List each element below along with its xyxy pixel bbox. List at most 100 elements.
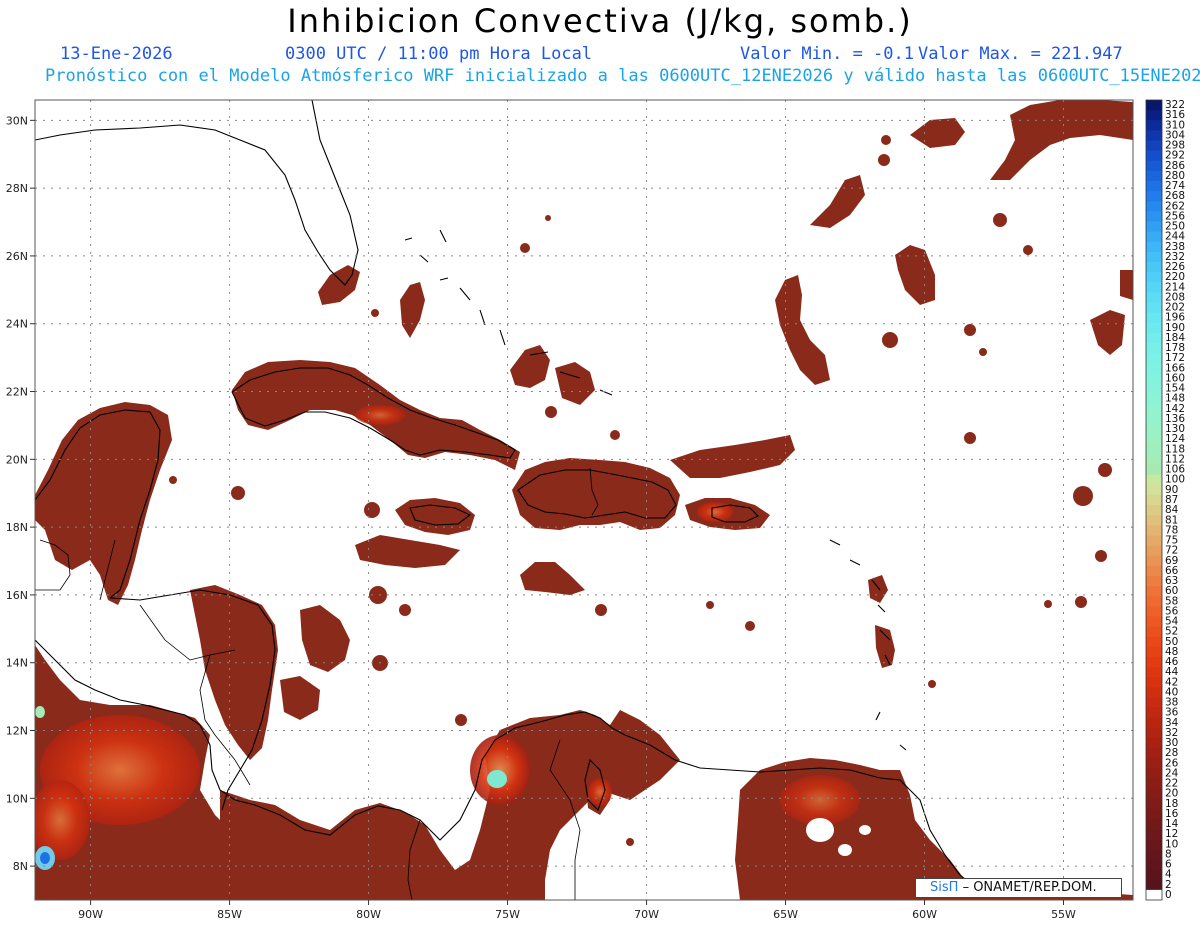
colorbar-swatch: [1146, 322, 1162, 334]
colorbar-swatch: [1146, 515, 1162, 526]
colorbar-swatch: [1146, 282, 1162, 293]
colorbar-swatch: [1146, 494, 1162, 506]
colorbar-swatch: [1146, 545, 1162, 557]
lat-tick-label: 14N: [6, 657, 28, 670]
cin-speck: [878, 154, 890, 166]
cin-speck: [595, 604, 607, 616]
cin-speck: [1044, 600, 1052, 608]
colorbar-swatch: [1146, 839, 1162, 850]
colorbar-swatch: [1146, 808, 1162, 820]
colorbar-swatch: [1146, 717, 1162, 729]
colorbar: 3223163103042982922862802742682622562502…: [1145, 99, 1185, 901]
cin-speck: [993, 213, 1007, 227]
cin-hole: [838, 844, 852, 856]
colorbar-swatch: [1146, 181, 1162, 192]
colorbar-swatch: [1146, 140, 1162, 152]
cin-speck: [231, 486, 245, 500]
colorbar-swatch: [1146, 120, 1162, 131]
colorbar-swatch: [1146, 565, 1162, 577]
cin-speck: [610, 430, 620, 440]
cin-speck: [964, 432, 976, 444]
cin-speck: [371, 309, 379, 317]
cin-speck: [520, 243, 530, 253]
colorbar-swatch: [1146, 231, 1162, 243]
value-max: Valor Max. = 221.947: [918, 44, 1123, 64]
colorbar-label: 0: [1165, 889, 1172, 901]
colorbar-swatch: [1146, 707, 1162, 719]
lon-tick-label: 90W: [78, 908, 103, 921]
colorbar-swatch: [1146, 383, 1162, 395]
sispi-logo-text: SisΠ: [930, 880, 959, 895]
cin-hot-spot: [35, 780, 90, 860]
colorbar-swatch: [1146, 677, 1162, 688]
colorbar-swatch: [1146, 798, 1162, 810]
colorbar-swatch: [1146, 778, 1162, 790]
colorbar-swatch: [1146, 667, 1162, 678]
credit-org: – ONAMET/REP.DOM.: [962, 880, 1097, 895]
colorbar-swatch: [1146, 444, 1162, 455]
colorbar-swatch: [1146, 332, 1162, 344]
colorbar-swatch: [1146, 606, 1162, 617]
colorbar-swatch: [1146, 727, 1162, 739]
lat-tick-label: 26N: [6, 250, 28, 263]
cin-hot-spot: [470, 735, 530, 805]
cin-hole: [806, 818, 834, 842]
cin-peak-spot: [487, 770, 507, 788]
colorbar-swatch: [1146, 454, 1162, 465]
colorbar-swatch: [1146, 241, 1162, 253]
colorbar-swatch: [1146, 292, 1162, 303]
cin-speck: [928, 680, 936, 688]
colorbar-swatch: [1146, 110, 1162, 121]
colorbar-swatch: [1146, 211, 1162, 222]
colorbar-swatch: [1146, 879, 1162, 891]
lat-tick-label: 8N: [13, 860, 28, 873]
colorbar-swatch: [1146, 343, 1162, 354]
cin-speck: [964, 324, 976, 336]
cin-peak-spot: [35, 706, 45, 718]
lat-tick-label: 22N: [6, 386, 28, 399]
cin-speck: [399, 604, 411, 616]
lon-tick-label: 80W: [356, 908, 381, 921]
cin-hot-spot: [780, 775, 860, 825]
colorbar-swatch: [1146, 829, 1162, 840]
colorbar-swatch: [1146, 586, 1162, 597]
colorbar-swatch: [1146, 849, 1162, 860]
cin-speck: [1075, 596, 1087, 608]
colorbar-swatch: [1146, 312, 1162, 324]
forecast-map: 90W 85W 80W 75W 70W 65W 60W 55W 8N 10N 12N 14N 16N 18…: [6, 99, 1186, 921]
colorbar-swatch: [1146, 150, 1162, 162]
cin-patch-ne-7: [1120, 270, 1133, 300]
colorbar-swatch: [1146, 697, 1162, 708]
colorbar-swatch: [1146, 768, 1162, 779]
lat-tick-label: 12N: [6, 725, 28, 738]
lat-tick-label: 30N: [6, 114, 28, 127]
colorbar-swatch: [1146, 596, 1162, 607]
lon-tick-label: 65W: [773, 908, 798, 921]
colorbar-swatch: [1146, 413, 1162, 425]
colorbar-swatch: [1146, 130, 1162, 141]
colorbar-swatch: [1146, 656, 1162, 668]
colorbar-swatch: [1146, 160, 1162, 172]
cin-speck: [1098, 463, 1112, 477]
cin-speck: [545, 215, 551, 221]
colorbar-swatch: [1146, 464, 1162, 476]
colorbar-swatch: [1146, 616, 1162, 627]
colorbar-swatch: [1146, 353, 1162, 364]
colorbar-swatch: [1146, 859, 1162, 871]
colorbar-swatch: [1146, 363, 1162, 374]
cin-speck: [881, 135, 891, 145]
valid-time: 0300 UTC / 11:00 pm Hora Local: [285, 44, 593, 64]
colorbar-swatch: [1146, 262, 1162, 273]
lat-tick-label: 16N: [6, 589, 28, 602]
colorbar-swatch: [1146, 818, 1162, 830]
colorbar-swatch: [1146, 424, 1162, 435]
cin-speck: [745, 621, 755, 631]
colorbar-swatch: [1146, 758, 1162, 769]
colorbar-swatch: [1146, 555, 1162, 567]
colorbar-swatch: [1146, 251, 1162, 263]
cin-hot-spot: [355, 405, 405, 425]
colorbar-swatch: [1146, 434, 1162, 445]
cin-speck: [1023, 245, 1033, 255]
cin-speck: [882, 332, 898, 348]
valid-date: 13-Ene-2026: [60, 44, 173, 64]
